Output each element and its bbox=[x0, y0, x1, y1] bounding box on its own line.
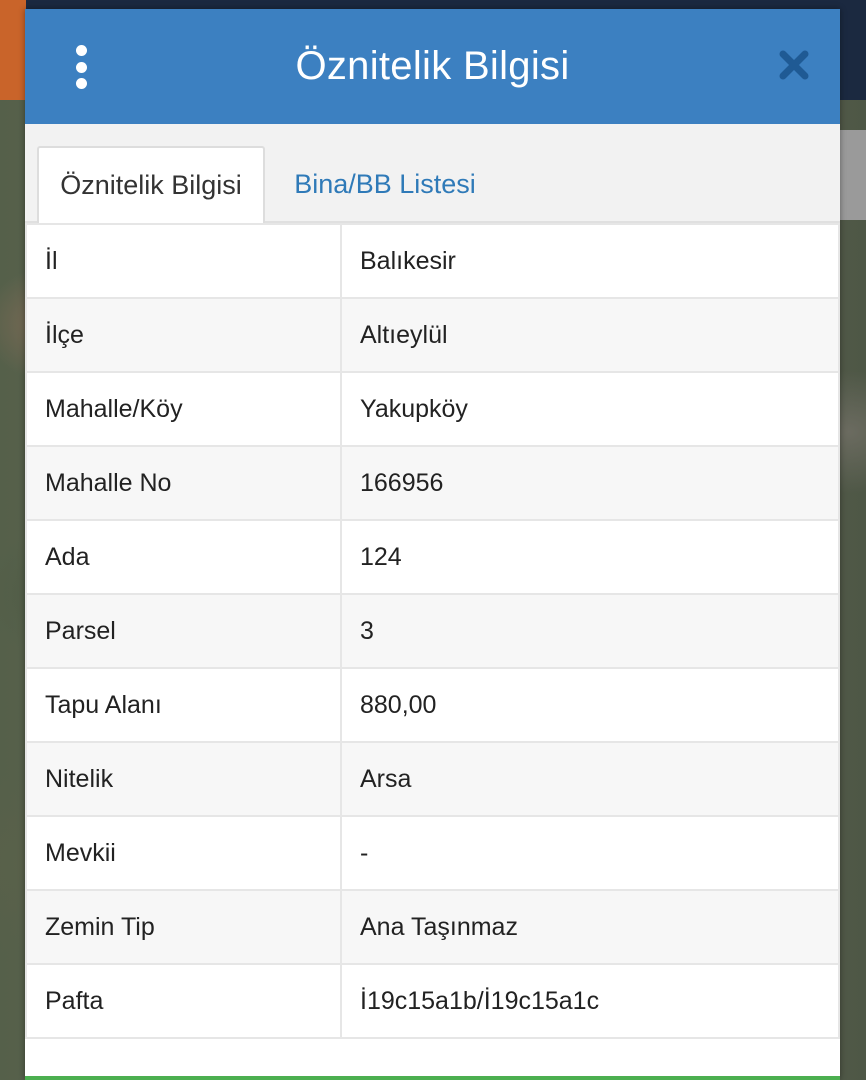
tab-attribute-info[interactable]: Öznitelik Bilgisi bbox=[37, 146, 265, 223]
attribute-key: Mevkii bbox=[25, 815, 342, 891]
dialog-header: Öznitelik Bilgisi bbox=[25, 9, 840, 124]
table-row: İlçe Altıeylül bbox=[25, 297, 840, 373]
close-icon[interactable] bbox=[778, 49, 810, 81]
attribute-value: Arsa bbox=[340, 741, 840, 817]
bottom-accent-line bbox=[25, 1076, 840, 1080]
attribute-value: - bbox=[340, 815, 840, 891]
table-row: Nitelik Arsa bbox=[25, 741, 840, 817]
attribute-key: Pafta bbox=[25, 963, 342, 1039]
table-row: Zemin Tip Ana Taşınmaz bbox=[25, 889, 840, 965]
menu-dot bbox=[75, 45, 87, 56]
more-vertical-icon[interactable] bbox=[67, 45, 95, 89]
menu-dot bbox=[75, 61, 87, 73]
attribute-key: Nitelik bbox=[25, 741, 342, 817]
table-row: Mahalle No 166956 bbox=[25, 445, 840, 521]
map-right-strip bbox=[840, 130, 866, 220]
attribute-value: 880,00 bbox=[340, 667, 840, 743]
table-row: İl Balıkesir bbox=[25, 223, 840, 299]
attribute-info-dialog: Öznitelik Bilgisi Öznitelik Bilgisi Bina… bbox=[25, 9, 840, 1080]
attribute-key: Zemin Tip bbox=[25, 889, 342, 965]
table-row: Mahalle/Köy Yakupköy bbox=[25, 371, 840, 447]
attribute-key: İl bbox=[25, 223, 342, 299]
table-row: Tapu Alanı 880,00 bbox=[25, 667, 840, 743]
map-orange-element bbox=[0, 0, 26, 100]
table-row: Pafta İ19c15a1b/İ19c15a1c bbox=[25, 963, 840, 1039]
attribute-table: İl Balıkesir İlçe Altıeylül Mahalle/Köy Yakup… bbox=[25, 223, 840, 1039]
attribute-key: Mahalle No bbox=[25, 445, 342, 521]
attribute-value: Yakupköy bbox=[340, 371, 840, 447]
attribute-value: Ana Taşınmaz bbox=[340, 889, 840, 965]
tab-building-list[interactable]: Bina/BB Listesi bbox=[280, 146, 490, 223]
table-row: Ada 124 bbox=[25, 519, 840, 595]
attribute-value: Altıeylül bbox=[340, 297, 840, 373]
attribute-value: 166956 bbox=[340, 445, 840, 521]
dialog-title: Öznitelik Bilgisi bbox=[295, 44, 570, 88]
attribute-key: İlçe bbox=[25, 297, 342, 373]
attribute-key: Tapu Alanı bbox=[25, 667, 342, 743]
menu-dot bbox=[75, 78, 87, 89]
attribute-key: Mahalle/Köy bbox=[25, 371, 342, 447]
table-row: Mevkii - bbox=[25, 815, 840, 891]
attribute-value: İ19c15a1b/İ19c15a1c bbox=[340, 963, 840, 1039]
attribute-key: Parsel bbox=[25, 593, 342, 669]
tab-bar: Öznitelik Bilgisi Bina/BB Listesi bbox=[25, 124, 840, 223]
attribute-key: Ada bbox=[25, 519, 342, 595]
attribute-value: 124 bbox=[340, 519, 840, 595]
table-row: Parsel 3 bbox=[25, 593, 840, 669]
attribute-value: Balıkesir bbox=[340, 223, 840, 299]
attribute-value: 3 bbox=[340, 593, 840, 669]
